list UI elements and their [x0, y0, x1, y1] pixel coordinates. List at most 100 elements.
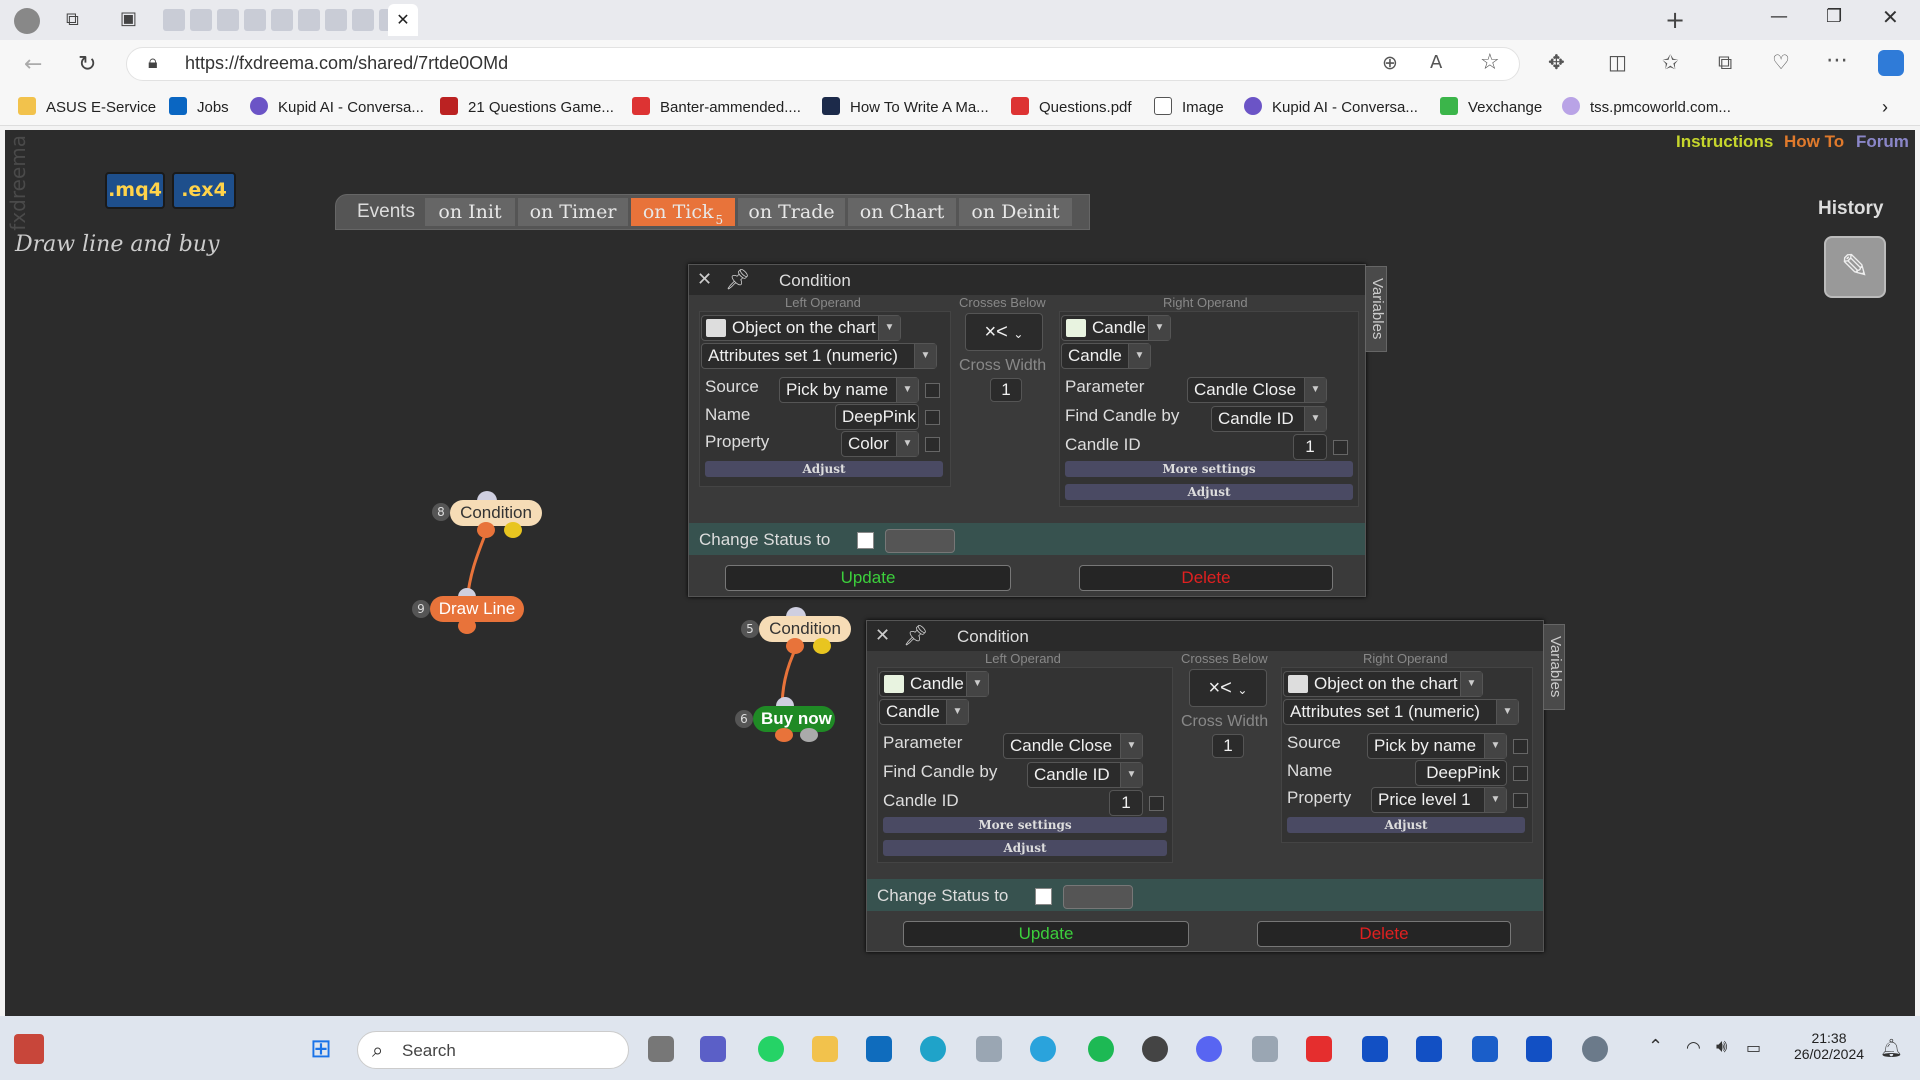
left-operand-type-select[interactable]: Candle ▼	[879, 671, 989, 697]
param-label: Find Candle by	[883, 762, 998, 781]
property-select[interactable]: Price level 1 ▼	[1371, 787, 1507, 813]
close-icon[interactable]: ✕	[875, 625, 890, 646]
param-checkbox[interactable]	[925, 437, 940, 452]
param-checkbox[interactable]	[1333, 440, 1348, 455]
node-output-dot[interactable]	[800, 728, 818, 742]
right-operand-type-select[interactable]: Candle ▼	[1061, 315, 1171, 341]
param-checkbox[interactable]	[1513, 739, 1528, 754]
more-settings-button[interactable]: More settings	[1065, 461, 1353, 477]
whatsapp-icon[interactable]	[758, 1036, 784, 1062]
adjust-button[interactable]: Adjust	[883, 840, 1167, 856]
parameter-select[interactable]: Candle Close ▼	[1187, 377, 1327, 403]
name-field[interactable]: DeepPink	[835, 404, 919, 430]
adjust-button[interactable]: Adjust	[705, 461, 943, 477]
spotify-icon[interactable]	[1088, 1036, 1114, 1062]
node-output-dot[interactable]	[775, 728, 793, 742]
node-output-dot[interactable]	[813, 638, 831, 654]
param-checkbox[interactable]	[1513, 793, 1528, 808]
window-title: Condition	[779, 271, 851, 290]
cross-width-input[interactable]: 1	[990, 378, 1022, 402]
clock[interactable]: 21:38 26/02/2024	[1788, 1030, 1870, 1062]
change-status-checkbox[interactable]	[1035, 888, 1052, 905]
window-titlebar[interactable]: ✕ 📌︎ Condition	[689, 265, 1365, 295]
node-output-dot[interactable]	[477, 522, 495, 538]
volume-icon[interactable]: 🔊︎	[1716, 1036, 1727, 1057]
cross-width-input[interactable]: 1	[1212, 734, 1244, 758]
param-checkbox[interactable]	[1149, 796, 1164, 811]
tray-chevron-up-icon[interactable]: ⌃	[1648, 1036, 1663, 1057]
pin-icon[interactable]: 📌︎	[903, 623, 928, 648]
notifications-bell-icon[interactable]: 🔔︎	[1880, 1038, 1903, 1059]
notification-app-icon[interactable]	[14, 1034, 44, 1064]
outlook-icon[interactable]	[866, 1036, 892, 1062]
left-operand-type-select[interactable]: Object on the chart ▼	[701, 315, 901, 341]
status-value-input[interactable]	[1063, 885, 1133, 909]
delete-button[interactable]: Delete	[1079, 565, 1333, 591]
change-status-checkbox[interactable]	[857, 532, 874, 549]
update-button[interactable]: Update	[725, 565, 1011, 591]
chevron-down-icon: ▼	[896, 432, 918, 456]
left-operand-subtype-select[interactable]: Attributes set 1 (numeric) ▼	[701, 343, 937, 369]
name-field[interactable]: DeepPink	[1415, 760, 1507, 786]
node-output-dot[interactable]	[786, 638, 804, 654]
parameter-select[interactable]: Candle Close ▼	[1003, 733, 1143, 759]
param-checkbox[interactable]	[925, 383, 940, 398]
p-app-icon[interactable]	[1362, 1036, 1388, 1062]
telegram-icon[interactable]	[1030, 1036, 1056, 1062]
find-candle-select[interactable]: Candle ID ▼	[1211, 406, 1327, 432]
draw-line-block[interactable]: Draw Line	[430, 596, 524, 622]
param-checkbox[interactable]	[925, 410, 940, 425]
chevron-down-icon: ▼	[1460, 672, 1482, 696]
file-explorer-icon[interactable]	[812, 1036, 838, 1062]
taskbar-search[interactable]: ⌕ Search	[357, 1031, 629, 1069]
discord-icon[interactable]	[1196, 1036, 1222, 1062]
right-operand-type-select[interactable]: Object on the chart ▼	[1283, 671, 1483, 697]
search-placeholder: Search	[402, 1041, 456, 1060]
source-select[interactable]: Pick by name ▼	[779, 377, 919, 403]
pin-icon[interactable]: 📌︎	[725, 267, 750, 292]
condition-block[interactable]: Condition	[450, 500, 542, 526]
node-output-dot[interactable]	[458, 618, 476, 634]
media-player-icon[interactable]	[1142, 1036, 1168, 1062]
operator-select[interactable]: ×< ⌄	[1189, 669, 1267, 707]
delete-button[interactable]: Delete	[1257, 921, 1511, 947]
param-checkbox[interactable]	[1513, 766, 1528, 781]
node-output-dot[interactable]	[504, 522, 522, 538]
condition-block[interactable]: Condition	[759, 616, 851, 642]
property-select[interactable]: Color ▼	[841, 431, 919, 457]
wifi-icon[interactable]: ◠	[1686, 1038, 1701, 1058]
gauge-app-icon[interactable]	[1582, 1036, 1608, 1062]
app-icon[interactable]	[1252, 1036, 1278, 1062]
param-label: Property	[1287, 788, 1352, 807]
window-titlebar[interactable]: ✕ 📌︎ Condition	[867, 621, 1543, 651]
app-icon[interactable]	[976, 1036, 1002, 1062]
edge-icon[interactable]	[920, 1036, 946, 1062]
more-settings-button[interactable]: More settings	[883, 817, 1167, 833]
find-candle-select[interactable]: Candle ID ▼	[1027, 762, 1143, 788]
chevron-down-icon: ▼	[878, 316, 900, 340]
close-icon[interactable]: ✕	[697, 269, 712, 290]
task-view-icon[interactable]	[648, 1036, 674, 1062]
right-operand-subtype-select[interactable]: Attributes set 1 (numeric) ▼	[1283, 699, 1519, 725]
adjust-button[interactable]: Adjust	[1287, 817, 1525, 833]
adjust-button[interactable]: Adjust	[1065, 484, 1353, 500]
update-button[interactable]: Update	[903, 921, 1189, 947]
candle-id-input[interactable]: 1	[1109, 790, 1143, 816]
status-value-input[interactable]	[885, 529, 955, 553]
p-app-icon[interactable]	[1416, 1036, 1442, 1062]
teams-icon[interactable]	[700, 1036, 726, 1062]
right-operand-subtype-select[interactable]: Candle ▼	[1061, 343, 1151, 369]
variables-tab[interactable]: Variables	[1365, 266, 1387, 352]
buy-now-block[interactable]: Buy now	[753, 706, 835, 732]
variables-tab[interactable]: Variables	[1543, 624, 1565, 710]
source-select[interactable]: Pick by name ▼	[1367, 733, 1507, 759]
operator-select[interactable]: ×< ⌄	[965, 313, 1043, 351]
left-operand-subtype-select[interactable]: Candle ▼	[879, 699, 969, 725]
node-number: 6	[735, 710, 753, 728]
ig-app-icon[interactable]	[1306, 1036, 1332, 1062]
candle-id-input[interactable]: 1	[1293, 434, 1327, 460]
app-icon[interactable]	[1472, 1036, 1498, 1062]
p-app-icon[interactable]	[1526, 1036, 1552, 1062]
battery-icon[interactable]: ▭	[1746, 1038, 1761, 1057]
windows-start-icon[interactable]: ⊞	[310, 1034, 332, 1064]
